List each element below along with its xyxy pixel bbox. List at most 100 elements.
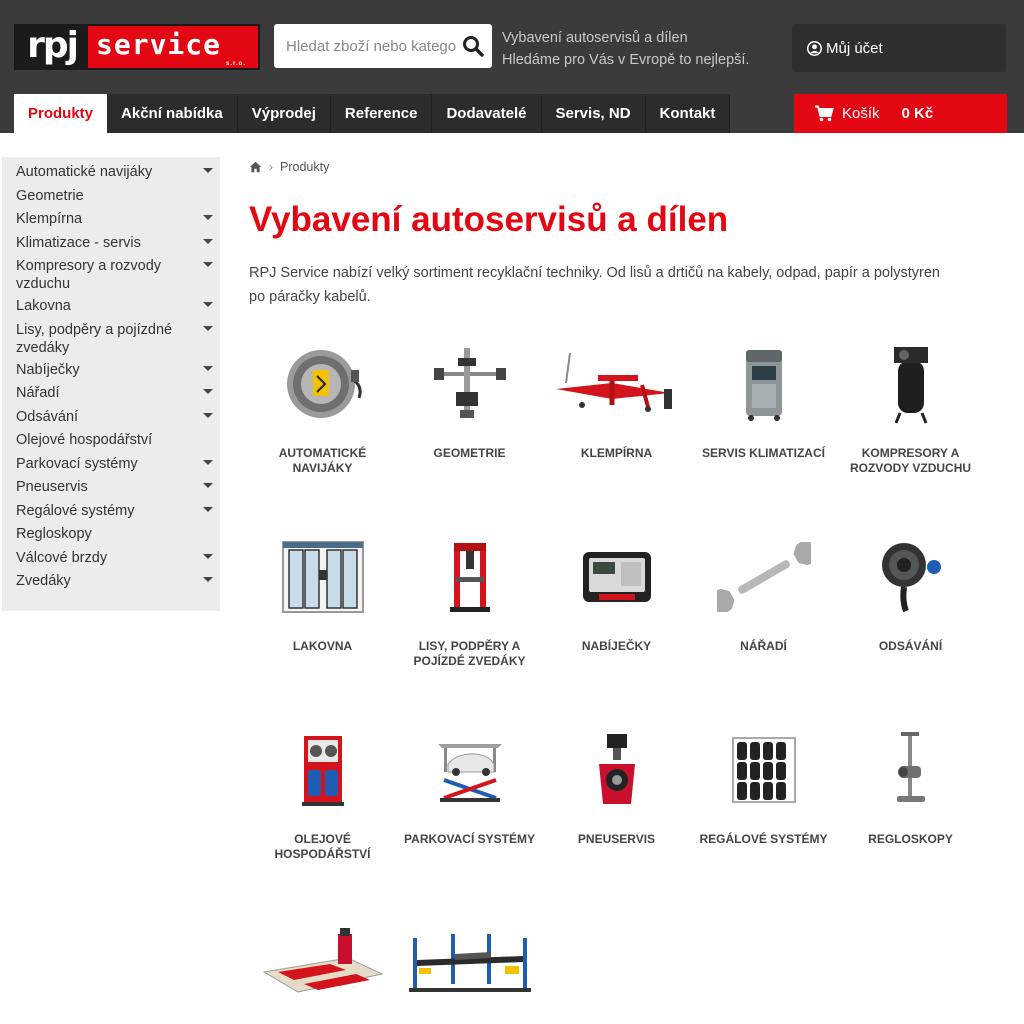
category-label: Nářadí — [740, 639, 787, 653]
four-post-lift-icon — [396, 915, 543, 1011]
parking-lift-icon — [396, 722, 543, 818]
caret-down-icon[interactable] — [203, 412, 213, 418]
caret-down-icon[interactable] — [203, 506, 213, 512]
caret-down-icon[interactable] — [203, 365, 213, 371]
sidebar-item-label: Válcové brzdy — [16, 549, 108, 566]
sidebar-item-nabijecky[interactable]: Nabíječky — [2, 359, 220, 383]
caret-down-icon[interactable] — [203, 553, 213, 559]
sidebar-item-automaticke-navijaky[interactable]: Automatické navijáky — [2, 161, 220, 185]
hose-reel-icon — [249, 336, 396, 432]
sidebar-item-label: Geometrie — [16, 187, 84, 204]
sidebar-item-geometrie[interactable]: Geometrie — [2, 185, 220, 209]
category-tile-lakovna[interactable]: Lakovna — [249, 529, 396, 654]
sidebar-item-odsavani[interactable]: Odsávání — [2, 406, 220, 430]
nav-dodavatele[interactable]: Dodavatelé — [432, 94, 542, 133]
category-tile-nabijecky[interactable]: Nabíječky — [543, 529, 690, 654]
sidebar-item-klimatizace-servis[interactable]: Klimatizace - servis — [2, 232, 220, 256]
category-tile-valcove-brzdy[interactable] — [249, 915, 396, 1024]
sidebar-item-label: Regálové systémy — [16, 502, 135, 519]
chevron-right-icon: › — [269, 160, 273, 174]
brake-tester-icon — [249, 915, 396, 1011]
category-tile-kompresory[interactable]: Kompresory a rozvody vzduchu — [837, 336, 984, 476]
search-button[interactable] — [456, 26, 490, 66]
sidebar-item-label: Zvedáky — [16, 573, 71, 589]
tagline-line2: Hledáme pro Vás v Evropě to nejlepší. — [502, 52, 750, 68]
category-label: Parkovací systémy — [404, 832, 535, 846]
category-tile-parkovaci[interactable]: Parkovací systémy — [396, 722, 543, 847]
sidebar-item-parkovaci[interactable]: Parkovací systémy — [2, 453, 220, 477]
category-label: Servis klimatizací — [702, 446, 825, 460]
category-tile-naradi[interactable]: Nářadí — [690, 529, 837, 654]
frame-bench-icon — [543, 336, 690, 432]
exhaust-reel-icon — [837, 529, 984, 625]
paint-booth-icon — [249, 529, 396, 625]
charger-icon — [543, 529, 690, 625]
caret-down-icon[interactable] — [203, 389, 213, 394]
category-sidebar: Automatické navijáky Geometrie Klempírna… — [2, 157, 220, 611]
sidebar-item-label: Automatické navijáky — [16, 164, 153, 180]
sidebar-item-label: Pneuservis — [16, 479, 88, 495]
sidebar-item-regalove[interactable]: Regálové systémy — [2, 500, 220, 524]
sidebar-item-label: Lakovna — [16, 298, 71, 314]
headlight-tester-icon — [837, 722, 984, 818]
page-intro: RPJ Service nabízí velký sortiment recyk… — [249, 265, 940, 305]
category-tile-zvedaky[interactable] — [396, 915, 543, 1024]
search-input[interactable] — [274, 26, 456, 66]
home-icon[interactable] — [249, 161, 262, 173]
nav-servis-nd[interactable]: Servis, ND — [541, 94, 646, 133]
category-tile-automaticke-navijaky[interactable]: Automatické navijáky — [249, 336, 396, 476]
caret-down-icon[interactable] — [203, 459, 213, 465]
category-tile-geometrie[interactable]: Geometrie — [396, 336, 543, 461]
compressor-icon — [837, 336, 984, 432]
sidebar-item-regloskopy[interactable]: Regloskopy — [2, 523, 220, 547]
nav-vyprodej[interactable]: Výprodej — [237, 94, 331, 133]
nav-produkty[interactable]: Produkty — [14, 94, 108, 133]
category-label: Regálové systémy — [699, 832, 828, 846]
nav-reference[interactable]: Reference — [330, 94, 433, 133]
caret-down-icon[interactable] — [203, 168, 213, 173]
sidebar-item-zvedaky[interactable]: Zvedáky — [2, 570, 220, 594]
category-label: Geometrie — [433, 446, 506, 460]
sidebar-item-klempirna[interactable]: Klempírna — [2, 208, 220, 232]
category-tile-regalove[interactable]: Regálové systémy — [690, 722, 837, 847]
category-label: Olejové hospodářství — [274, 832, 371, 861]
category-tile-lisy[interactable]: Lisy, podpěry a pojízdé zvedáky — [396, 529, 543, 669]
logo-suffix: s.r.o. — [225, 61, 246, 67]
category-label: Automatické navijáky — [278, 446, 367, 475]
tagline-line1: Vybavení autoservisů a dílen — [502, 30, 688, 46]
category-tile-servis-klimatizaci[interactable]: Servis klimatizací — [690, 336, 837, 461]
nav-kontakt[interactable]: Kontakt — [645, 94, 731, 133]
press-icon — [396, 529, 543, 625]
sidebar-item-lakovna[interactable]: Lakovna — [2, 295, 220, 319]
logo[interactable]: rpj service s.r.o. — [14, 24, 260, 70]
sidebar-item-label: Olejové hospodářství — [16, 432, 153, 448]
cart-button[interactable]: Košík 0 Kč — [794, 94, 1007, 133]
category-label: Odsávání — [878, 639, 943, 653]
caret-down-icon[interactable] — [203, 238, 213, 244]
caret-down-icon[interactable] — [203, 302, 213, 307]
sidebar-item-olejove[interactable]: Olejové hospodářství — [2, 429, 220, 453]
logo-rpj: rpj — [16, 26, 88, 68]
caret-down-icon[interactable] — [203, 483, 213, 488]
caret-down-icon[interactable] — [203, 577, 213, 582]
category-label: Pneuservis — [577, 832, 656, 846]
category-tile-odsavani[interactable]: Odsávání — [837, 529, 984, 654]
sidebar-item-pneuservis[interactable]: Pneuservis — [2, 476, 220, 500]
sidebar-item-kompresory[interactable]: Kompresory a rozvody vzduchu — [2, 255, 220, 295]
category-tile-regloskopy[interactable]: Regloskopy — [837, 722, 984, 847]
sidebar-item-naradi[interactable]: Nářadí — [2, 382, 220, 406]
caret-down-icon[interactable] — [203, 262, 213, 267]
sidebar-item-valcove-brzdy[interactable]: Válcové brzdy — [2, 547, 220, 571]
caret-down-icon[interactable] — [203, 215, 213, 220]
category-tile-olejove[interactable]: Olejové hospodářství — [249, 722, 396, 862]
account-button[interactable]: Můj účet — [792, 24, 1006, 72]
category-label: Lakovna — [292, 639, 353, 653]
caret-down-icon[interactable] — [203, 325, 213, 331]
cart-label: Košík — [842, 105, 880, 122]
sidebar-item-label: Kompresory a rozvody vzduchu — [16, 258, 162, 292]
nav-akcni-nabidka[interactable]: Akční nabídka — [107, 94, 238, 133]
category-tile-pneuservis[interactable]: Pneuservis — [543, 722, 690, 847]
sidebar-item-lisy[interactable]: Lisy, podpěry a pojízdné zvedáky — [2, 319, 220, 359]
category-tile-klempirna[interactable]: Klempírna — [543, 336, 690, 461]
logo-service-text: service — [96, 28, 222, 61]
